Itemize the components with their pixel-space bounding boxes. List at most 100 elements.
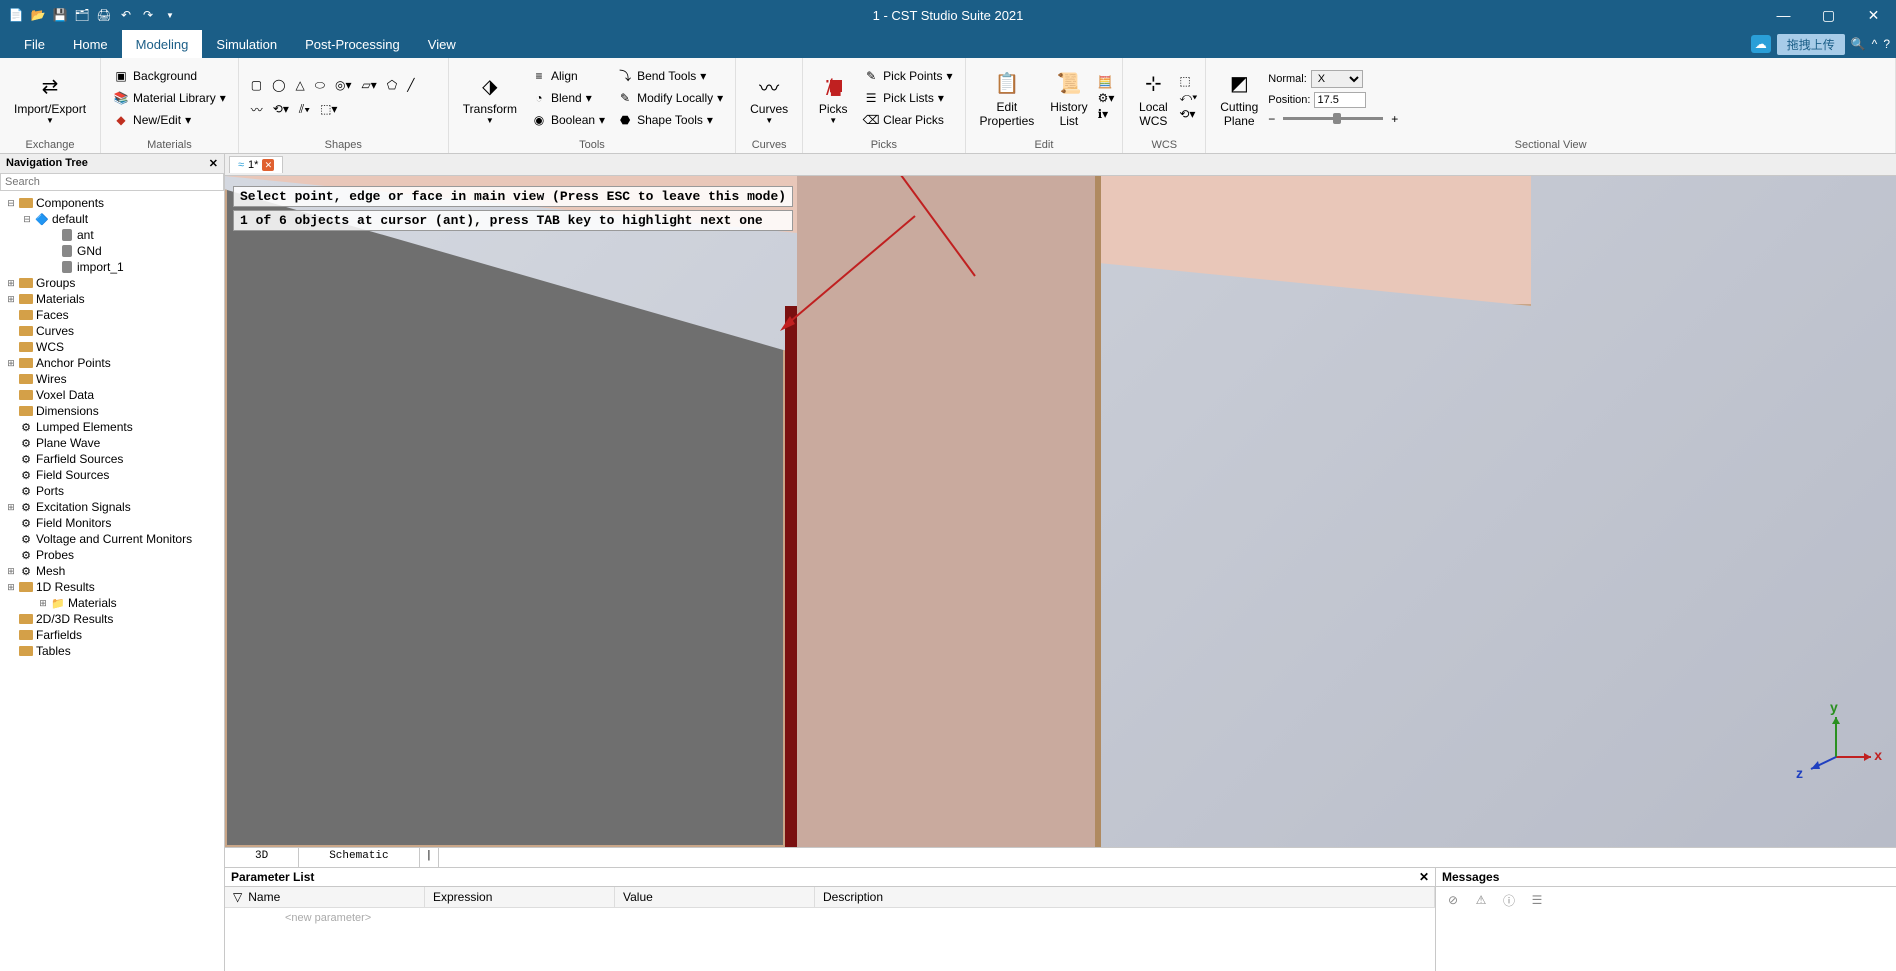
tree-farfield-sources[interactable]: ⚙Farfield Sources bbox=[0, 451, 224, 467]
bend-tools-button[interactable]: ⤵Bend Tools ▾ bbox=[613, 66, 727, 86]
tree-groups[interactable]: ⊞Groups bbox=[0, 275, 224, 291]
shape-line-icon[interactable]: ╱ bbox=[407, 78, 414, 92]
transform-button[interactable]: ⬗ Transform ▼ bbox=[457, 66, 523, 129]
tree-1d-results[interactable]: ⊞1D Results bbox=[0, 579, 224, 595]
shape-poly-icon[interactable]: ⬠ bbox=[387, 78, 397, 92]
slider-minus[interactable]: − bbox=[1268, 112, 1275, 126]
picks-button[interactable]: ⁒■ Picks ▼ bbox=[811, 66, 855, 129]
shape-tools-button[interactable]: ⬣Shape Tools ▾ bbox=[613, 110, 727, 130]
open-icon[interactable]: 📂 bbox=[30, 7, 46, 23]
view-tab-3d[interactable]: 3D bbox=[225, 848, 299, 867]
viewport-3d[interactable]: Select point, edge or face in main view … bbox=[225, 176, 1896, 847]
cloud-icon[interactable]: ☁ bbox=[1751, 35, 1771, 53]
tree-voxel-data[interactable]: Voxel Data bbox=[0, 387, 224, 403]
nav-close-icon[interactable]: ✕ bbox=[209, 157, 218, 170]
tree-default[interactable]: ⊟🔷default bbox=[0, 211, 224, 227]
tree-lumped-elements[interactable]: ⚙Lumped Elements bbox=[0, 419, 224, 435]
msg-error-icon[interactable]: ⊘ bbox=[1444, 891, 1462, 909]
tree-dimensions[interactable]: Dimensions bbox=[0, 403, 224, 419]
new-parameter-row[interactable]: <new parameter> bbox=[225, 908, 1435, 928]
new-edit-button[interactable]: ◆New/Edit ▾ bbox=[109, 110, 230, 130]
help-icon[interactable]: ? bbox=[1883, 37, 1890, 51]
shape-cone-icon[interactable]: △ bbox=[296, 78, 305, 92]
new-icon[interactable]: 📄 bbox=[8, 7, 24, 23]
tree-field-monitors[interactable]: ⚙Field Monitors bbox=[0, 515, 224, 531]
tree-farfields[interactable]: Farfields bbox=[0, 627, 224, 643]
undo-icon[interactable]: ↶ bbox=[118, 7, 134, 23]
view-tab-schematic[interactable]: Schematic bbox=[299, 848, 419, 867]
msg-warn-icon[interactable]: ⚠ bbox=[1472, 891, 1490, 909]
shape-ext2-icon[interactable]: ⬚▾ bbox=[320, 102, 337, 116]
align-button[interactable]: ≡Align bbox=[527, 66, 609, 86]
curves-button[interactable]: 〰 Curves ▼ bbox=[744, 66, 794, 129]
tree-ports[interactable]: ⚙Ports bbox=[0, 483, 224, 499]
tree-gnd[interactable]: GNd bbox=[0, 243, 224, 259]
shape-sphere-icon[interactable]: ◯ bbox=[272, 78, 285, 92]
redo-icon[interactable]: ↷ bbox=[140, 7, 156, 23]
tree-plane-wave[interactable]: ⚙Plane Wave bbox=[0, 435, 224, 451]
clear-picks-button[interactable]: ⌫Clear Picks bbox=[859, 110, 956, 130]
upload-button[interactable]: 拖拽上传 bbox=[1777, 34, 1845, 55]
slider-plus[interactable]: + bbox=[1391, 112, 1398, 126]
pick-points-button[interactable]: ✎Pick Points ▾ bbox=[859, 66, 956, 86]
cutting-plane-button[interactable]: ◩ Cutting Plane bbox=[1214, 64, 1264, 132]
normal-select[interactable]: X bbox=[1311, 70, 1363, 88]
col-name[interactable]: Name bbox=[248, 890, 280, 904]
param-icon[interactable]: ⚙▾ bbox=[1098, 91, 1115, 105]
msg-filter-icon[interactable]: ☰ bbox=[1528, 891, 1546, 909]
tree-probes[interactable]: ⚙Probes bbox=[0, 547, 224, 563]
shape-brick-icon[interactable]: ▢ bbox=[251, 78, 262, 92]
tree-field-sources[interactable]: ⚙Field Sources bbox=[0, 467, 224, 483]
col-description[interactable]: Description bbox=[815, 887, 1435, 907]
pick-lists-button[interactable]: ☰Pick Lists ▾ bbox=[859, 88, 956, 108]
position-slider[interactable] bbox=[1283, 117, 1383, 120]
col-expression[interactable]: Expression bbox=[425, 887, 615, 907]
menu-simulation[interactable]: Simulation bbox=[202, 30, 291, 58]
wcs-tool2-icon[interactable]: ⤺▾ bbox=[1179, 90, 1197, 105]
saveall-icon[interactable]: 🗂 bbox=[74, 7, 90, 23]
shape-spline-icon[interactable]: 〰 bbox=[251, 101, 263, 118]
calc-icon[interactable]: 🧮 bbox=[1098, 75, 1115, 89]
save-icon[interactable]: 💾 bbox=[52, 7, 68, 23]
tree-import1[interactable]: import_1 bbox=[0, 259, 224, 275]
help-up-icon[interactable]: ^ bbox=[1872, 37, 1878, 51]
blend-button[interactable]: ◔Blend ▾ bbox=[527, 88, 609, 108]
tree-excitation-signals[interactable]: ⊞⚙Excitation Signals bbox=[0, 499, 224, 515]
tree-anchor-points[interactable]: ⊞Anchor Points bbox=[0, 355, 224, 371]
menu-file[interactable]: File bbox=[10, 30, 59, 58]
edit-properties-button[interactable]: 📋 Edit Properties bbox=[974, 64, 1041, 132]
tree-2d-3d-results[interactable]: 2D/3D Results bbox=[0, 611, 224, 627]
boolean-button[interactable]: ◉Boolean ▾ bbox=[527, 110, 609, 130]
shape-loft-icon[interactable]: ⫽▾ bbox=[299, 102, 310, 117]
file-tab-close[interactable]: ✕ bbox=[262, 159, 274, 171]
background-button[interactable]: ▣Background bbox=[109, 66, 230, 86]
filter-icon[interactable]: ▽ bbox=[233, 890, 242, 904]
menu-view[interactable]: View bbox=[414, 30, 470, 58]
tree-curves[interactable]: Curves bbox=[0, 323, 224, 339]
tree-wcs[interactable]: WCS bbox=[0, 339, 224, 355]
msg-info-icon[interactable]: ⓘ bbox=[1500, 891, 1518, 909]
tree-tables[interactable]: Tables bbox=[0, 643, 224, 659]
menu-postprocessing[interactable]: Post-Processing bbox=[291, 30, 414, 58]
tree-faces[interactable]: Faces bbox=[0, 307, 224, 323]
tree-wires[interactable]: Wires bbox=[0, 371, 224, 387]
wcs-tool3-icon[interactable]: ⟲▾ bbox=[1179, 107, 1197, 121]
file-tab[interactable]: ≈ 1* ✕ bbox=[229, 156, 283, 173]
import-export-button[interactable]: ⇄ Import/Export ▼ bbox=[8, 66, 92, 129]
minimize-button[interactable]: — bbox=[1761, 0, 1806, 30]
menu-modeling[interactable]: Modeling bbox=[122, 30, 203, 58]
maximize-button[interactable]: ▢ bbox=[1806, 0, 1851, 30]
shape-cyl-icon[interactable]: ⬭ bbox=[315, 78, 325, 93]
search-icon[interactable]: 🔍 bbox=[1851, 37, 1866, 51]
tree-mesh[interactable]: ⊞⚙Mesh bbox=[0, 563, 224, 579]
tree-1d-materials[interactable]: ⊞📁Materials bbox=[0, 595, 224, 611]
shape-rot-icon[interactable]: ⟲▾ bbox=[273, 102, 289, 116]
shape-ext-icon[interactable]: ▱▾ bbox=[362, 78, 377, 92]
shape-torus-icon[interactable]: ◎▾ bbox=[335, 78, 352, 92]
local-wcs-button[interactable]: ⊹ Local WCS bbox=[1131, 64, 1175, 132]
close-button[interactable]: ✕ bbox=[1851, 0, 1896, 30]
tree-materials[interactable]: ⊞Materials bbox=[0, 291, 224, 307]
paramlist-close-icon[interactable]: ✕ bbox=[1419, 870, 1429, 884]
menu-home[interactable]: Home bbox=[59, 30, 122, 58]
modify-locally-button[interactable]: ✎Modify Locally ▾ bbox=[613, 88, 727, 108]
